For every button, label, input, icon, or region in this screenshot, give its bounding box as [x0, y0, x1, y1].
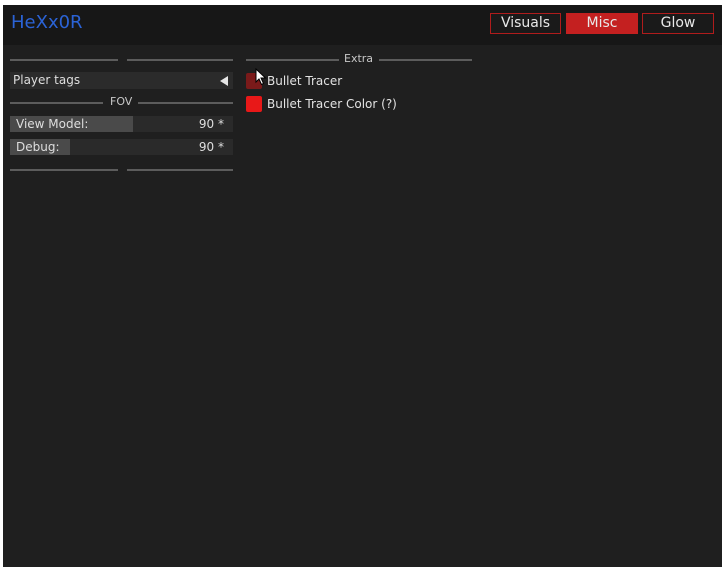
left-top-divider: [10, 53, 233, 65]
bullet-tracer-label: Bullet Tracer: [267, 74, 343, 88]
dropdown-arrow-icon[interactable]: [220, 76, 228, 86]
debug-label: Debug:: [16, 140, 60, 154]
debug-value: 90 *: [198, 140, 224, 154]
view-model-value: 90 *: [198, 117, 224, 131]
left-bottom-divider: [10, 163, 233, 175]
extra-section-label: Extra: [344, 52, 374, 65]
view-model-slider[interactable]: View Model: 90 *: [10, 116, 233, 132]
view-model-label: View Model:: [16, 117, 89, 131]
main-window: HeXx0R Visuals Misc Glow Player tags FOV…: [3, 5, 722, 567]
fov-section-label: FOV: [110, 95, 133, 108]
tab-visuals[interactable]: Visuals: [490, 13, 561, 34]
bullet-tracer-color-swatch[interactable]: [246, 96, 262, 112]
bullet-tracer-color-label: Bullet Tracer Color (?): [267, 97, 397, 111]
debug-slider[interactable]: Debug: 90 *: [10, 139, 233, 155]
fov-section-divider: FOV: [10, 96, 233, 108]
tab-glow[interactable]: Glow: [642, 13, 714, 34]
tab-misc[interactable]: Misc: [566, 13, 638, 34]
mouse-cursor-icon: [255, 68, 267, 86]
player-tags-label: Player tags: [13, 73, 81, 87]
extra-section-divider: Extra: [246, 53, 472, 65]
app-title: HeXx0R: [11, 12, 83, 33]
title-bar: HeXx0R Visuals Misc Glow: [3, 5, 722, 45]
player-tags-dropdown[interactable]: Player tags: [10, 72, 233, 89]
